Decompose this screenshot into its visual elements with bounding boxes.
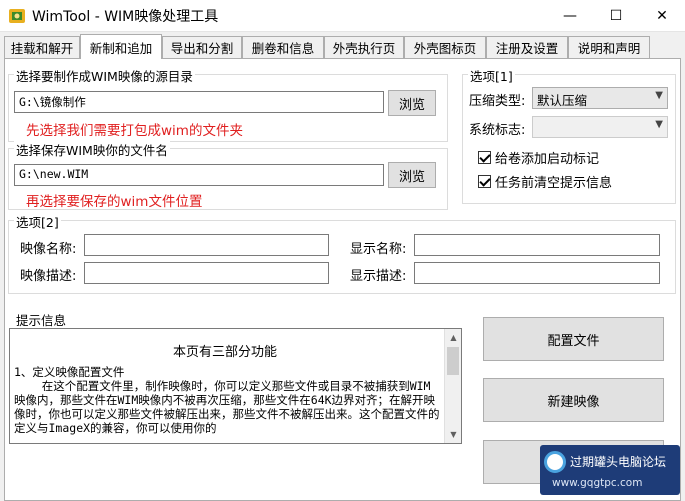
tab-delete-info[interactable]: 删卷和信息 (242, 36, 324, 58)
display-name-label: 显示名称: (350, 242, 407, 257)
options1-legend: 选项[1] (468, 66, 515, 85)
tab-export-split[interactable]: 导出和分割 (162, 36, 242, 58)
system-flag-select[interactable]: ▼ (532, 116, 668, 138)
scroll-thumb[interactable] (447, 347, 459, 375)
app-icon (9, 9, 25, 23)
chevron-down-icon: ▼ (655, 90, 663, 101)
display-desc-input[interactable] (414, 262, 660, 284)
tab-shell-icon[interactable]: 外壳图标页 (404, 36, 486, 58)
title-bar[interactable]: WimTool - WIM映像处理工具 — ☐ ✕ (0, 0, 685, 32)
checkbox-checked-icon (478, 151, 491, 164)
options2-legend: 选项[2] (14, 212, 61, 231)
window-title: WimTool - WIM映像处理工具 (32, 9, 219, 25)
compression-value: 默认压缩 (537, 93, 588, 108)
app-window: WimTool - WIM映像处理工具 — ☐ ✕ 挂载和解开 新制和追加 导出… (0, 0, 685, 501)
source-path-input[interactable]: G:\镜像制作 (14, 91, 384, 113)
boot-flag-label: 给卷添加启动标记 (495, 152, 600, 167)
target-hint: 再选择要保存的wim文件位置 (26, 194, 203, 210)
watermark-title: 过期罐头电脑论坛 (570, 455, 667, 469)
maximize-button[interactable]: ☐ (593, 0, 639, 32)
watermark-logo-icon (544, 451, 566, 473)
info-legend: 提示信息 (16, 313, 67, 328)
source-hint: 先选择我们需要打包成wim的文件夹 (26, 123, 243, 139)
checkbox-checked-icon (478, 175, 491, 188)
display-desc-label: 显示描述: (350, 269, 407, 284)
image-desc-label: 映像描述: (20, 269, 77, 284)
minimize-icon: — (563, 8, 577, 24)
close-button[interactable]: ✕ (639, 0, 685, 32)
clear-info-checkbox[interactable]: 任务前清空提示信息 (478, 172, 612, 191)
target-legend: 选择保存WIM映你的文件名 (14, 140, 170, 159)
tab-strip: 挂载和解开 新制和追加 导出和分割 删卷和信息 外壳执行页 外壳图标页 注册及设… (0, 34, 685, 59)
target-path-input[interactable]: G:\new.WIM (14, 164, 384, 186)
tab-register-settings[interactable]: 注册及设置 (486, 36, 568, 58)
config-file-button[interactable]: 配置文件 (483, 317, 664, 361)
watermark-url: www.gqgtpc.com (552, 477, 643, 489)
site-watermark: 过期罐头电脑论坛 www.gqgtpc.com (540, 445, 680, 495)
info-heading: 本页有三部分功能 (172, 345, 277, 360)
scroll-down-icon[interactable]: ▼ (445, 426, 461, 443)
display-name-input[interactable] (414, 234, 660, 256)
scroll-up-icon[interactable]: ▲ (445, 329, 461, 346)
target-browse-button[interactable]: 浏览 (388, 162, 436, 188)
image-name-input[interactable] (84, 234, 329, 256)
info-body: 1、定义映像配置文件 在这个配置文件里，制作映像时，你可以定义那些文件或目录不被… (14, 365, 440, 435)
system-flag-label: 系统标志: (469, 123, 526, 138)
image-desc-input[interactable] (84, 262, 329, 284)
image-name-label: 映像名称: (20, 242, 77, 257)
source-legend: 选择要制作成WIM映像的源目录 (14, 66, 195, 85)
close-icon: ✕ (656, 8, 668, 24)
minimize-button[interactable]: — (547, 0, 593, 32)
compression-select[interactable]: 默认压缩 ▼ (532, 87, 668, 109)
maximize-icon: ☐ (609, 8, 623, 24)
compression-label: 压缩类型: (469, 94, 526, 109)
source-browse-button[interactable]: 浏览 (388, 90, 436, 116)
info-textarea[interactable]: 本页有三部分功能 1、定义映像配置文件 在这个配置文件里，制作映像时，你可以定义… (9, 328, 462, 444)
tab-shell-exec[interactable]: 外壳执行页 (324, 36, 404, 58)
new-image-button[interactable]: 新建映像 (483, 378, 664, 422)
clear-info-label: 任务前清空提示信息 (495, 176, 613, 191)
boot-flag-checkbox[interactable]: 给卷添加启动标记 (478, 148, 599, 167)
tab-mount[interactable]: 挂载和解开 (4, 36, 80, 58)
tab-create-append[interactable]: 新制和追加 (80, 34, 162, 59)
info-scrollbar[interactable]: ▲ ▼ (444, 329, 461, 443)
chevron-down-icon: ▼ (655, 119, 663, 130)
tab-about[interactable]: 说明和声明 (568, 36, 650, 58)
